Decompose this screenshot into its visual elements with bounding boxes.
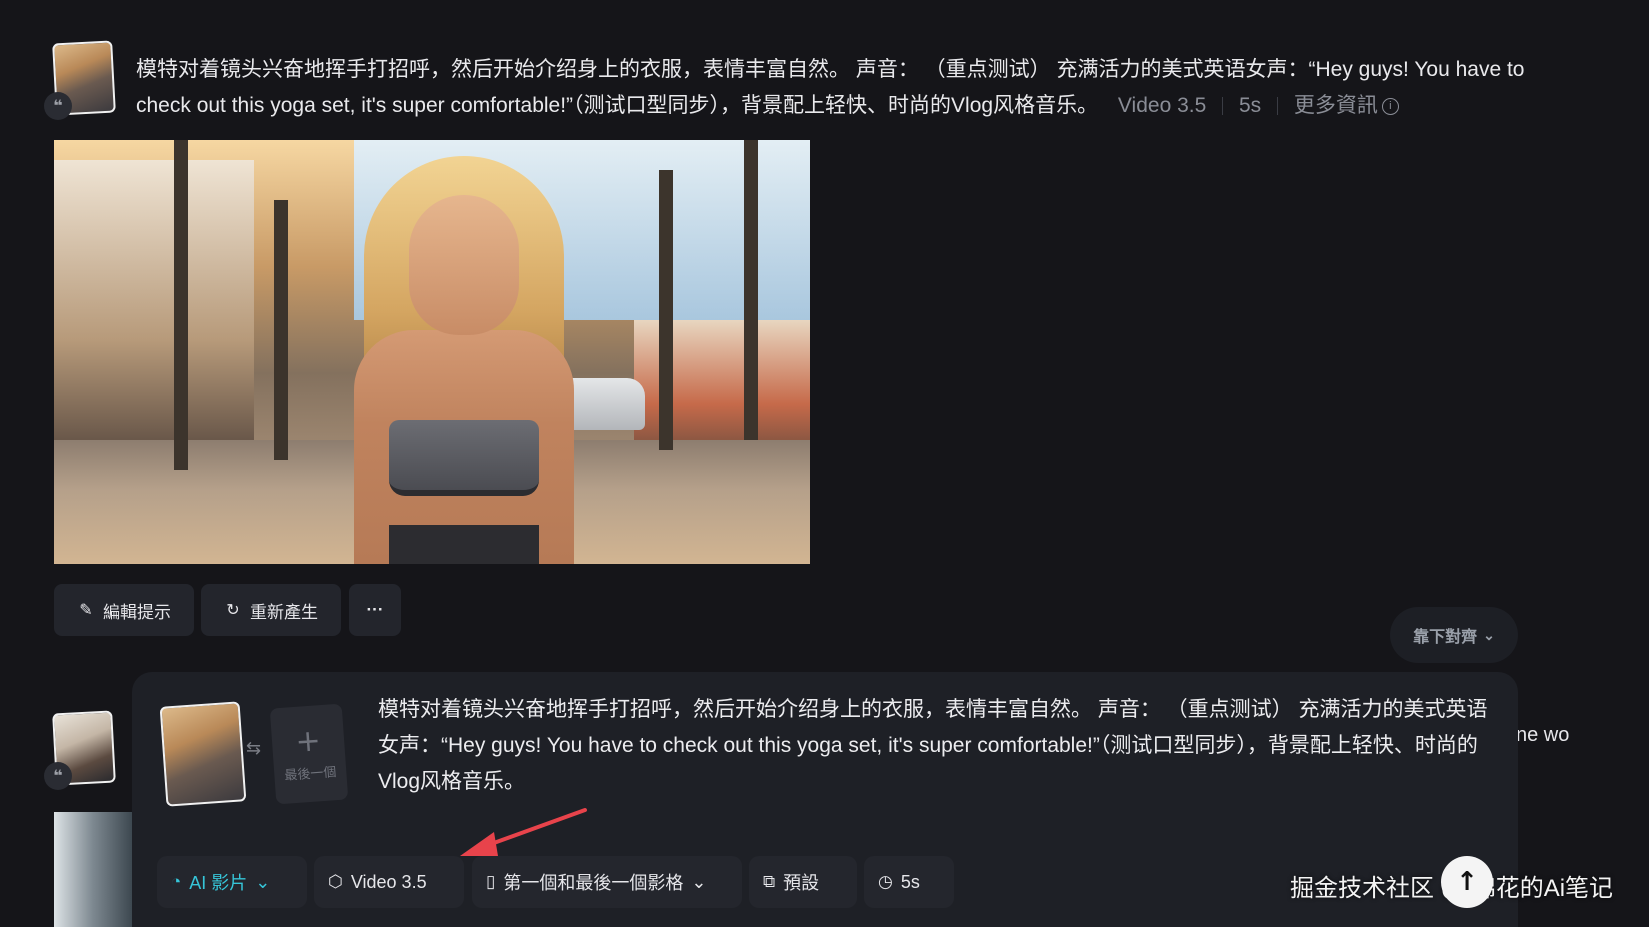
scroll-up-button[interactable]: ↑ xyxy=(1441,856,1493,908)
last-frame-slot[interactable]: + 最後一個 xyxy=(269,703,349,805)
meta-divider xyxy=(1277,97,1278,116)
quote-icon: ❝ xyxy=(44,92,72,120)
info-icon: i xyxy=(1381,97,1399,115)
aspect-ratio-icon: ⧉ xyxy=(763,872,776,891)
frames-selector[interactable]: ▯ 第一個和最後一個影格 ⌄ xyxy=(472,856,742,908)
chevron-double-down-icon: ⌄ xyxy=(1483,626,1495,643)
meta-divider xyxy=(1222,97,1224,116)
arrow-up-icon: ↑ xyxy=(1456,867,1478,897)
chevron-down-icon: ⌄ xyxy=(691,871,707,892)
ellipsis-icon: ··· xyxy=(366,600,384,619)
swap-frames-icon[interactable]: ⇆ xyxy=(246,738,261,759)
annotation-arrow xyxy=(460,808,587,856)
refresh-icon: ↻ xyxy=(226,602,240,619)
frames-icon: ▯ xyxy=(486,872,496,891)
cube-icon: ⬡ xyxy=(328,872,343,891)
preset-selector[interactable]: ⧉ 預設 xyxy=(749,856,857,908)
add-icon: + xyxy=(294,722,322,760)
regenerate-button[interactable]: ↻ 重新產生 xyxy=(201,584,341,636)
quote-icon: ❝ xyxy=(44,762,72,790)
edit-icon: ✎ xyxy=(79,602,93,619)
clock-icon: ◷ xyxy=(878,872,893,891)
duration-label: 5s xyxy=(1238,94,1262,117)
partial-preview-image xyxy=(54,812,132,927)
edit-prompt-button[interactable]: ✎ 編輯提示 xyxy=(54,584,194,636)
composer-prompt-input[interactable]: 模特对着镜头兴奋地挥手打招呼，然后开始介绍身上的衣服，表情丰富自然。 声音： （… xyxy=(378,692,1496,800)
message-prompt: 模特对着镜头兴奋地挥手打招呼，然后开始介绍身上的衣服，表情丰富自然。 声音： （… xyxy=(136,52,1576,124)
duration-selector[interactable]: ◷ 5s xyxy=(864,856,954,908)
more-info-link[interactable]: 更多資訊 i xyxy=(1294,94,1399,117)
model-label: Video 3.5 xyxy=(1117,94,1207,117)
ai-video-icon: ◔ xyxy=(171,872,182,891)
generated-video-preview[interactable] xyxy=(54,140,810,564)
background-text-fragment: ne wo xyxy=(1516,724,1570,746)
more-options-button[interactable]: ··· xyxy=(349,584,401,636)
last-frame-label: 最後一個 xyxy=(283,763,337,783)
chevron-down-icon: ⌄ xyxy=(255,871,271,892)
model-selector[interactable]: ⬡ Video 3.5 xyxy=(314,856,464,908)
align-bottom-button[interactable]: 靠下對齊 ⌄ xyxy=(1390,607,1518,663)
mode-selector[interactable]: ◔ AI 影片 ⌄ xyxy=(157,856,307,908)
first-frame-thumbnail[interactable] xyxy=(159,701,247,807)
